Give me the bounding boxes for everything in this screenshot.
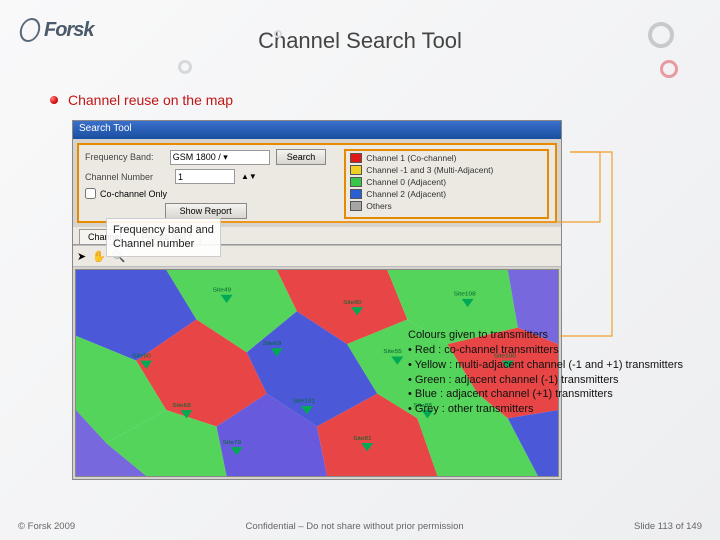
footer-confidential: Confidential – Do not share without prio…: [246, 521, 464, 532]
decorative-ring: [648, 22, 674, 48]
svg-text:Site108: Site108: [454, 292, 477, 297]
footer-slide-number: Slide 113 of 149: [634, 521, 702, 532]
window-title: Search Tool: [73, 121, 561, 139]
legend-swatch: [350, 201, 362, 211]
legend-panel: Channel 1 (Co-channel) Channel -1 and 3 (…: [344, 149, 549, 219]
legend-swatch: [350, 189, 362, 199]
callout-item: • Blue : adjacent channel (+1) transmitt…: [408, 387, 688, 402]
legend-label: Channel 2 (Adjacent): [366, 189, 446, 199]
callout-item: • Yellow : multi-adjacent channel (-1 an…: [408, 358, 688, 373]
hand-icon[interactable]: ✋: [92, 250, 106, 263]
callout-line: Frequency band and: [113, 223, 214, 237]
svg-text:Site50: Site50: [132, 354, 151, 359]
callout-colours: Colours given to transmitters • Red : co…: [408, 328, 688, 417]
legend-swatch: [350, 153, 362, 163]
freq-band-label: Frequency Band:: [85, 152, 164, 162]
svg-text:Site68: Site68: [172, 403, 191, 408]
cochannel-only-label: Co-channel Only: [100, 189, 167, 199]
bullet-icon: [50, 96, 58, 104]
decorative-ring: [274, 30, 282, 38]
footer-copyright: © Forsk 2009: [18, 521, 75, 532]
legend-row: Channel -1 and 3 (Multi-Adjacent): [350, 165, 543, 175]
callout-line: Channel number: [113, 237, 214, 251]
callout-heading: Colours given to transmitters: [408, 328, 688, 343]
slide-footer: © Forsk 2009 Confidential – Do not share…: [0, 521, 720, 532]
callout-frequency: Frequency band and Channel number: [106, 218, 221, 257]
svg-text:Site69: Site69: [263, 341, 282, 346]
legend-label: Others: [366, 201, 392, 211]
section-heading: Channel reuse on the map: [50, 92, 233, 108]
search-panel: Frequency Band: Search Channel Number ▲▼…: [77, 143, 557, 223]
svg-text:Site79: Site79: [223, 440, 242, 445]
callout-item: • Grey : other transmitters: [408, 402, 688, 417]
slide-title: Channel Search Tool: [0, 28, 720, 54]
svg-text:Site80: Site80: [343, 300, 362, 305]
screenshot-window: Search Tool Frequency Band: Search Chann…: [72, 120, 562, 480]
cochannel-only-checkbox[interactable]: [85, 188, 96, 199]
channel-number-input[interactable]: [175, 169, 235, 184]
legend-row: Channel 0 (Adjacent): [350, 177, 543, 187]
pointer-icon[interactable]: ➤: [77, 250, 86, 263]
legend-row: Channel 1 (Co-channel): [350, 153, 543, 163]
spinner-icon[interactable]: ▲▼: [241, 172, 257, 181]
decorative-ring: [178, 60, 192, 74]
legend-swatch: [350, 165, 362, 175]
svg-text:Site55: Site55: [383, 350, 402, 355]
svg-text:Site49: Site49: [213, 288, 232, 293]
channel-number-label: Channel Number: [85, 172, 169, 182]
freq-band-select[interactable]: [170, 150, 270, 165]
callout-item: • Red : co-channel transmitters: [408, 343, 688, 358]
legend-label: Channel -1 and 3 (Multi-Adjacent): [366, 165, 493, 175]
legend-swatch: [350, 177, 362, 187]
callout-item: • Green : adjacent channel (-1) transmit…: [408, 373, 688, 388]
show-report-button[interactable]: Show Report: [165, 203, 247, 219]
decorative-ring: [660, 60, 678, 78]
legend-label: Channel 0 (Adjacent): [366, 177, 446, 187]
svg-text:Site81: Site81: [353, 436, 372, 441]
svg-text:Site101: Site101: [293, 399, 316, 404]
section-label: Channel reuse on the map: [68, 92, 233, 108]
legend-row: Others: [350, 201, 543, 211]
legend-label: Channel 1 (Co-channel): [366, 153, 456, 163]
legend-row: Channel 2 (Adjacent): [350, 189, 543, 199]
search-button[interactable]: Search: [276, 149, 327, 165]
